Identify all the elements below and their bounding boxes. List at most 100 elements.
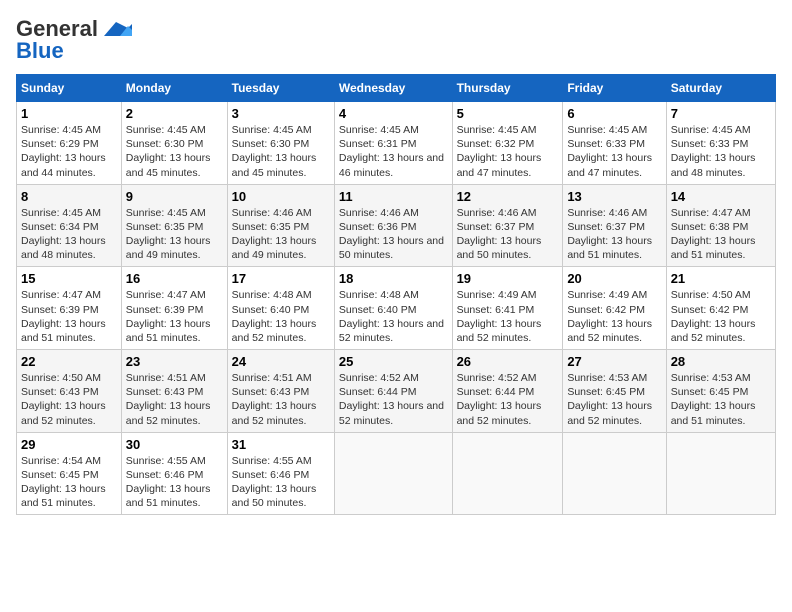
calendar-cell: 29 Sunrise: 4:54 AMSunset: 6:45 PMDayligh… [17, 432, 122, 515]
day-number: 21 [671, 271, 771, 286]
day-number: 6 [567, 106, 661, 121]
week-row-2: 8Sunrise: 4:45 AMSunset: 6:34 PMDaylight… [17, 184, 776, 267]
day-number: 2 [126, 106, 223, 121]
day-number: 29 [21, 437, 117, 452]
day-content: Sunrise: 4:53 AMSunset: 6:45 PMDaylight:… [671, 371, 771, 428]
calendar-cell [666, 432, 775, 515]
logo-icon [100, 18, 132, 40]
calendar-cell: 16 Sunrise: 4:47 AMSunset: 6:39 PMDayligh… [121, 267, 227, 350]
calendar-cell: 13 Sunrise: 4:46 AMSunset: 6:37 PMDayligh… [563, 184, 666, 267]
calendar-cell: 4Sunrise: 4:45 AMSunset: 6:31 PMDaylight… [334, 102, 452, 185]
day-number: 5 [457, 106, 559, 121]
col-header-tuesday: Tuesday [227, 75, 334, 102]
calendar-cell: 31 Sunrise: 4:55 AMSunset: 6:46 PMDayligh… [227, 432, 334, 515]
calendar-cell: 18 Sunrise: 4:48 AMSunset: 6:40 PMDayligh… [334, 267, 452, 350]
day-content: Sunrise: 4:51 AMSunset: 6:43 PMDaylight:… [232, 371, 330, 428]
day-content: Sunrise: 4:45 AMSunset: 6:30 PMDaylight:… [126, 123, 223, 180]
day-number: 26 [457, 354, 559, 369]
week-row-4: 22Sunrise: 4:50 AMSunset: 6:43 PMDayligh… [17, 350, 776, 433]
day-content: Sunrise: 4:45 AMSunset: 6:30 PMDaylight:… [232, 123, 330, 180]
calendar-cell: 15 Sunrise: 4:47 AMSunset: 6:39 PMDayligh… [17, 267, 122, 350]
calendar-cell [563, 432, 666, 515]
calendar-table: SundayMondayTuesdayWednesdayThursdayFrid… [16, 74, 776, 515]
day-content: Sunrise: 4:48 AMSunset: 6:40 PMDaylight:… [339, 288, 448, 345]
calendar-cell: 27Sunrise: 4:53 AMSunset: 6:45 PMDayligh… [563, 350, 666, 433]
col-header-thursday: Thursday [452, 75, 563, 102]
calendar-cell: 7Sunrise: 4:45 AMSunset: 6:33 PMDaylight… [666, 102, 775, 185]
calendar-cell [452, 432, 563, 515]
day-content: Sunrise: 4:49 AMSunset: 6:42 PMDaylight:… [567, 288, 661, 345]
col-header-sunday: Sunday [17, 75, 122, 102]
calendar-cell: 3 Sunrise: 4:45 AMSunset: 6:30 PMDaylight… [227, 102, 334, 185]
day-number: 20 [567, 271, 661, 286]
calendar-cell: 24 Sunrise: 4:51 AMSunset: 6:43 PMDayligh… [227, 350, 334, 433]
logo-blue: Blue [16, 38, 64, 64]
day-number: 11 [339, 189, 448, 204]
day-number: 14 [671, 189, 771, 204]
day-content: Sunrise: 4:47 AMSunset: 6:39 PMDaylight:… [21, 288, 117, 345]
day-number: 4 [339, 106, 448, 121]
calendar-cell: 20 Sunrise: 4:49 AMSunset: 6:42 PMDayligh… [563, 267, 666, 350]
calendar-cell: 6 Sunrise: 4:45 AMSunset: 6:33 PMDaylight… [563, 102, 666, 185]
calendar-cell: 19 Sunrise: 4:49 AMSunset: 6:41 PMDayligh… [452, 267, 563, 350]
day-number: 1 [21, 106, 117, 121]
day-content: Sunrise: 4:55 AMSunset: 6:46 PMDaylight:… [126, 454, 223, 511]
calendar-cell: 8Sunrise: 4:45 AMSunset: 6:34 PMDaylight… [17, 184, 122, 267]
day-number: 28 [671, 354, 771, 369]
day-content: Sunrise: 4:45 AMSunset: 6:32 PMDaylight:… [457, 123, 559, 180]
calendar-cell: 14 Sunrise: 4:47 AMSunset: 6:38 PMDayligh… [666, 184, 775, 267]
col-header-wednesday: Wednesday [334, 75, 452, 102]
col-header-monday: Monday [121, 75, 227, 102]
week-row-1: 1 Sunrise: 4:45 AMSunset: 6:29 PMDaylight… [17, 102, 776, 185]
day-number: 9 [126, 189, 223, 204]
calendar-cell: 2 Sunrise: 4:45 AMSunset: 6:30 PMDaylight… [121, 102, 227, 185]
day-number: 27 [567, 354, 661, 369]
day-content: Sunrise: 4:48 AMSunset: 6:40 PMDaylight:… [232, 288, 330, 345]
calendar-cell: 21 Sunrise: 4:50 AMSunset: 6:42 PMDayligh… [666, 267, 775, 350]
col-header-friday: Friday [563, 75, 666, 102]
week-row-3: 15 Sunrise: 4:47 AMSunset: 6:39 PMDayligh… [17, 267, 776, 350]
day-content: Sunrise: 4:47 AMSunset: 6:38 PMDaylight:… [671, 206, 771, 263]
calendar-cell: 9Sunrise: 4:45 AMSunset: 6:35 PMDaylight… [121, 184, 227, 267]
calendar-cell: 23 Sunrise: 4:51 AMSunset: 6:43 PMDayligh… [121, 350, 227, 433]
calendar-cell: 11Sunrise: 4:46 AMSunset: 6:36 PMDayligh… [334, 184, 452, 267]
calendar-cell: 22Sunrise: 4:50 AMSunset: 6:43 PMDayligh… [17, 350, 122, 433]
calendar-cell: 28 Sunrise: 4:53 AMSunset: 6:45 PMDayligh… [666, 350, 775, 433]
day-content: Sunrise: 4:46 AMSunset: 6:37 PMDaylight:… [457, 206, 559, 263]
day-number: 25 [339, 354, 448, 369]
day-content: Sunrise: 4:45 AMSunset: 6:33 PMDaylight:… [567, 123, 661, 180]
day-content: Sunrise: 4:50 AMSunset: 6:42 PMDaylight:… [671, 288, 771, 345]
day-number: 3 [232, 106, 330, 121]
day-content: Sunrise: 4:46 AMSunset: 6:35 PMDaylight:… [232, 206, 330, 263]
day-content: Sunrise: 4:45 AMSunset: 6:34 PMDaylight:… [21, 206, 117, 263]
day-number: 15 [21, 271, 117, 286]
day-content: Sunrise: 4:52 AMSunset: 6:44 PMDaylight:… [457, 371, 559, 428]
day-content: Sunrise: 4:52 AMSunset: 6:44 PMDaylight:… [339, 371, 448, 428]
day-content: Sunrise: 4:45 AMSunset: 6:29 PMDaylight:… [21, 123, 117, 180]
day-number: 30 [126, 437, 223, 452]
day-number: 10 [232, 189, 330, 204]
day-number: 17 [232, 271, 330, 286]
header: General Blue [16, 16, 776, 64]
calendar-cell: 10 Sunrise: 4:46 AMSunset: 6:35 PMDayligh… [227, 184, 334, 267]
col-header-saturday: Saturday [666, 75, 775, 102]
day-number: 12 [457, 189, 559, 204]
calendar-cell: 17 Sunrise: 4:48 AMSunset: 6:40 PMDayligh… [227, 267, 334, 350]
day-content: Sunrise: 4:46 AMSunset: 6:37 PMDaylight:… [567, 206, 661, 263]
day-number: 18 [339, 271, 448, 286]
day-number: 19 [457, 271, 559, 286]
day-number: 16 [126, 271, 223, 286]
day-content: Sunrise: 4:54 AMSunset: 6:45 PMDaylight:… [21, 454, 117, 511]
day-content: Sunrise: 4:47 AMSunset: 6:39 PMDaylight:… [126, 288, 223, 345]
calendar-cell [334, 432, 452, 515]
day-number: 7 [671, 106, 771, 121]
day-content: Sunrise: 4:50 AMSunset: 6:43 PMDaylight:… [21, 371, 117, 428]
day-number: 23 [126, 354, 223, 369]
day-content: Sunrise: 4:49 AMSunset: 6:41 PMDaylight:… [457, 288, 559, 345]
day-number: 13 [567, 189, 661, 204]
day-content: Sunrise: 4:51 AMSunset: 6:43 PMDaylight:… [126, 371, 223, 428]
day-number: 24 [232, 354, 330, 369]
calendar-cell: 30 Sunrise: 4:55 AMSunset: 6:46 PMDayligh… [121, 432, 227, 515]
day-content: Sunrise: 4:55 AMSunset: 6:46 PMDaylight:… [232, 454, 330, 511]
day-number: 31 [232, 437, 330, 452]
